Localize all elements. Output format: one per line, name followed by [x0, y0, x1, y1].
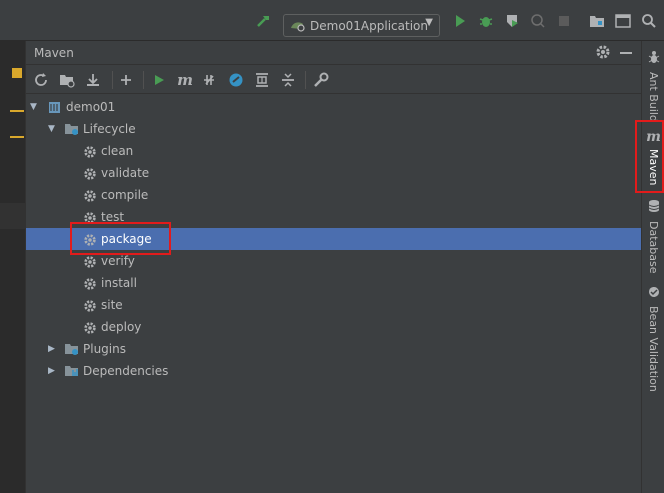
download-icon[interactable] [84, 71, 102, 89]
skip-tests-icon[interactable] [227, 71, 245, 89]
goal-label: verify [101, 254, 135, 268]
hammer-icon[interactable] [255, 12, 273, 30]
tree-goal-deploy[interactable]: deploy [26, 316, 642, 338]
expand-arrow-icon[interactable]: ▼ [30, 96, 42, 118]
toolbar-separator [112, 71, 113, 89]
tree-node-plugins[interactable]: ▶ Plugins [26, 338, 642, 360]
change-marker [10, 110, 24, 112]
search-icon[interactable] [640, 12, 658, 30]
lifecycle-folder-icon [64, 121, 80, 137]
minimize-icon[interactable] [620, 52, 632, 54]
layout-icon[interactable] [614, 12, 632, 30]
expand-arrow-icon[interactable]: ▶ [48, 338, 60, 360]
toolbar-separator [143, 71, 144, 89]
generate-sources-icon[interactable] [58, 71, 76, 89]
right-tool-window-bar: Ant Build m Maven Database Bean Validati… [635, 41, 664, 493]
main-toolbar: Demo01Application ▼ [0, 0, 664, 41]
maven-icon: m [646, 129, 661, 145]
run-icon[interactable] [451, 12, 469, 30]
maven-panel-toolbar: m [26, 66, 642, 94]
tree-goal-validate[interactable]: validate [26, 162, 642, 184]
sidebar-tab-maven[interactable]: m Maven [642, 127, 664, 185]
chevron-down-icon: ▼ [425, 17, 433, 28]
tree-node-lifecycle[interactable]: ▼ Lifecycle [26, 118, 642, 140]
maven-project-icon [47, 99, 63, 115]
goal-gear-icon [83, 320, 99, 336]
profile-icon[interactable] [529, 12, 547, 30]
goal-label: deploy [101, 320, 142, 334]
sidebar-tab-bean-validation[interactable]: Bean Validation [642, 283, 664, 392]
goal-gear-icon [83, 166, 99, 182]
goal-label: site [101, 298, 123, 312]
editor-gutter [0, 41, 25, 493]
maven-icon[interactable]: m [176, 71, 194, 89]
show-dependencies-icon[interactable] [253, 71, 271, 89]
current-line-marker [0, 203, 25, 229]
maven-tool-window: Maven m ▼ demo01 ▼ Lifecycle clean valid… [25, 41, 642, 493]
bean-validation-icon [648, 283, 660, 302]
tree-label-lifecycle: Lifecycle [83, 122, 136, 136]
bookmark-marker [12, 68, 22, 78]
goal-gear-icon [83, 254, 99, 270]
goal-gear-icon [83, 210, 99, 226]
goal-gear-icon [83, 232, 99, 248]
sidebar-tab-label: Ant Build [647, 72, 660, 122]
tree-node-project[interactable]: ▼ demo01 [26, 96, 642, 118]
run-config-icon [290, 19, 306, 36]
run-config-label: Demo01Application [310, 18, 428, 33]
run-config-selector[interactable]: Demo01Application ▼ [283, 14, 440, 37]
change-marker [10, 136, 24, 138]
goal-label: clean [101, 144, 134, 158]
ant-icon [648, 49, 660, 68]
goal-label: install [101, 276, 137, 290]
maven-panel-header: Maven [26, 41, 642, 65]
refresh-icon[interactable] [32, 71, 50, 89]
sidebar-tab-ant-build[interactable]: Ant Build [642, 47, 664, 122]
add-icon[interactable] [117, 71, 135, 89]
plugins-folder-icon [64, 341, 80, 357]
goal-label: compile [101, 188, 149, 202]
expand-arrow-icon[interactable]: ▼ [48, 118, 60, 140]
project-structure-icon[interactable] [588, 12, 606, 30]
toolbar-separator [305, 71, 306, 89]
tree-goal-clean[interactable]: clean [26, 140, 642, 162]
debug-icon[interactable] [477, 12, 495, 30]
tree-goal-site[interactable]: site [26, 294, 642, 316]
stop-icon[interactable] [555, 12, 573, 30]
tree-label-plugins: Plugins [83, 342, 126, 356]
dependencies-icon [64, 363, 80, 379]
database-icon [648, 198, 660, 217]
run-icon[interactable] [150, 71, 168, 89]
goal-gear-icon [83, 298, 99, 314]
goal-gear-icon [83, 276, 99, 292]
goal-gear-icon [83, 188, 99, 204]
tree-goal-package[interactable]: package [26, 228, 642, 250]
expand-arrow-icon[interactable]: ▶ [48, 360, 60, 382]
coverage-icon[interactable] [503, 12, 521, 30]
tree-label-project: demo01 [66, 100, 116, 114]
sidebar-tab-label: Bean Validation [647, 306, 660, 392]
tree-goal-compile[interactable]: compile [26, 184, 642, 206]
panel-title: Maven [34, 46, 74, 60]
sidebar-tab-label: Maven [647, 149, 660, 186]
goal-label: package [101, 232, 152, 246]
goal-label: validate [101, 166, 150, 180]
toggle-offline-icon[interactable] [201, 71, 219, 89]
tree-label-dependencies: Dependencies [83, 364, 169, 378]
settings-wrench-icon[interactable] [312, 71, 330, 89]
goal-label: test [101, 210, 125, 224]
collapse-icon[interactable] [279, 71, 297, 89]
sidebar-tab-label: Database [647, 221, 660, 274]
tree-goal-verify[interactable]: verify [26, 250, 642, 272]
tree-node-dependencies[interactable]: ▶ Dependencies [26, 360, 642, 382]
gear-icon[interactable] [595, 44, 611, 63]
tree-goal-install[interactable]: install [26, 272, 642, 294]
tree-goal-test[interactable]: test [26, 206, 642, 228]
goal-gear-icon [83, 144, 99, 160]
sidebar-tab-database[interactable]: Database [642, 198, 664, 274]
